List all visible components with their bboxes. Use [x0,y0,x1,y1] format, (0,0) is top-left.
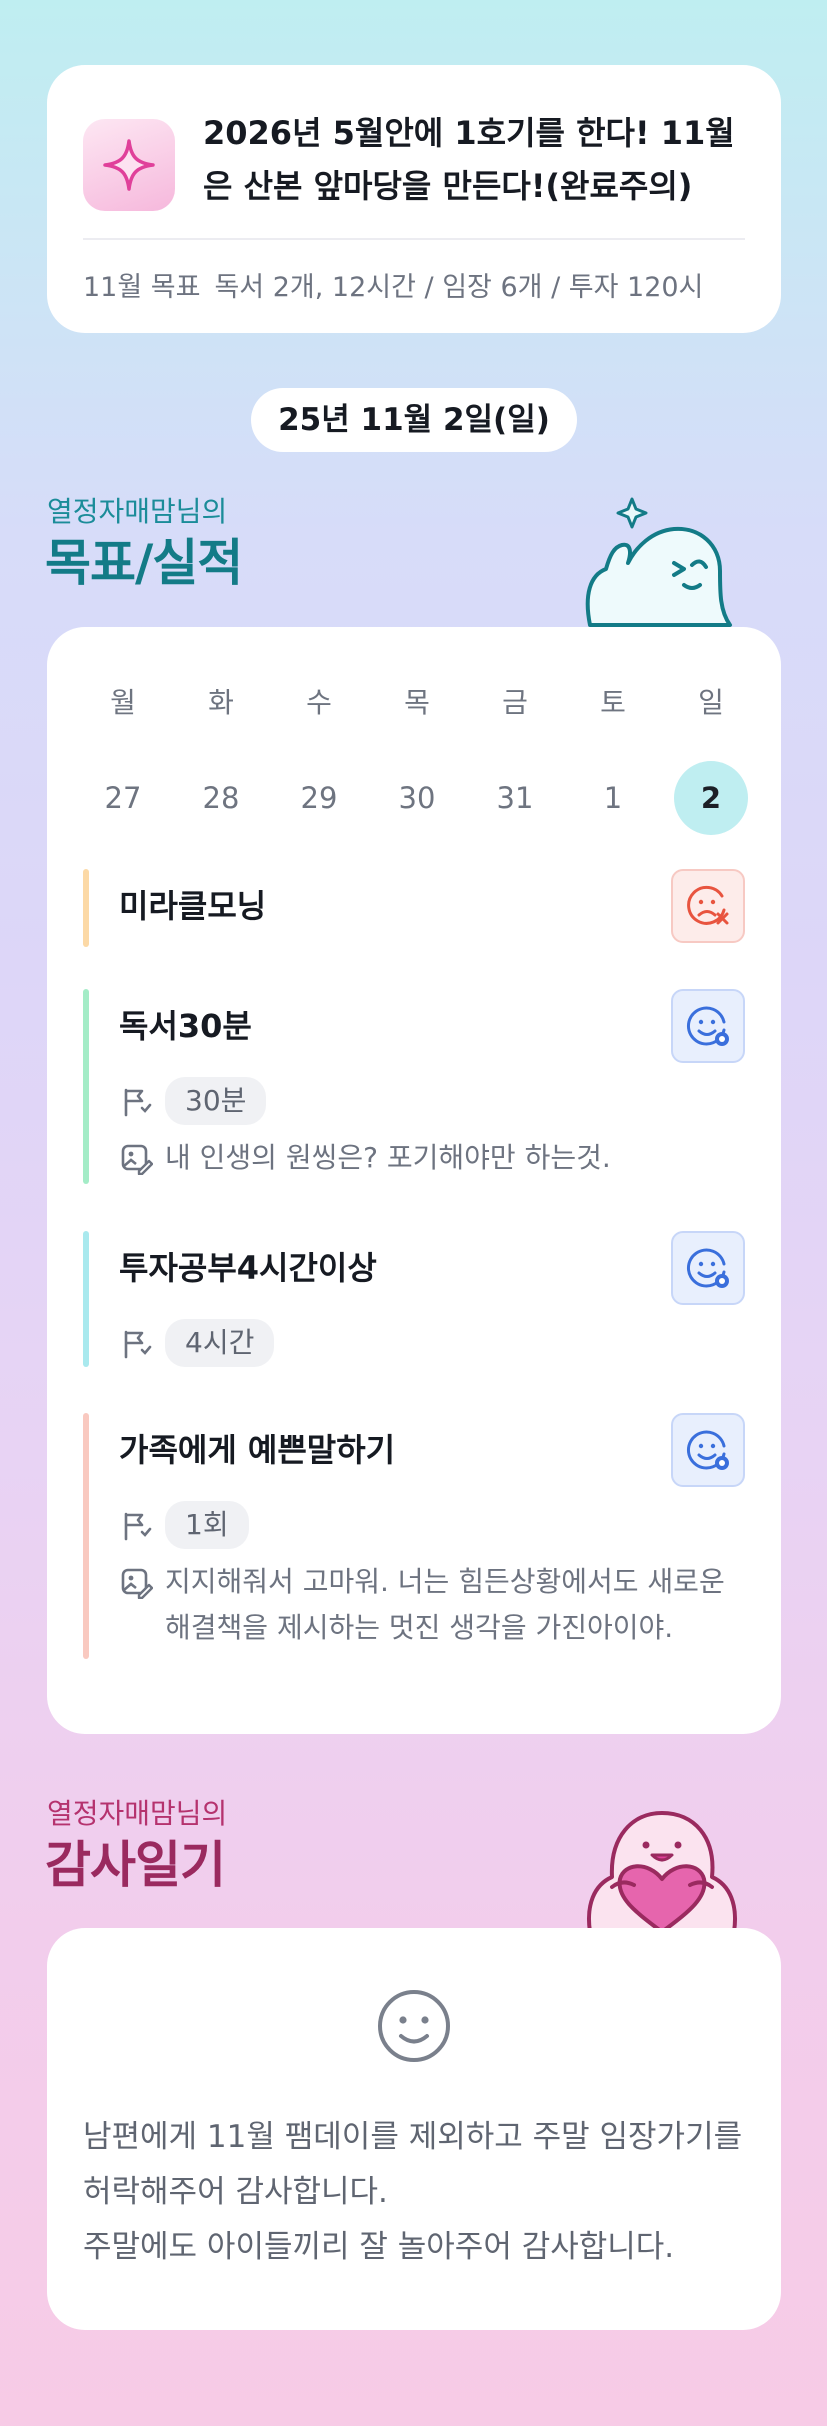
day-column[interactable]: 토1 [564,683,662,835]
memo-image-icon [121,1568,153,1599]
memo-text: 지지해줘서 고마워. 너는 힘든상황에서도 새로운 해결책을 제시하는 멋진 생… [165,1565,725,1644]
flag-icon [124,1512,152,1541]
target-chip: 30분 [165,1077,267,1125]
day-name: 일 [698,686,724,719]
day-name: 토 [600,686,626,719]
day-column[interactable]: 목 30 [368,683,466,835]
day-number[interactable]: 1 [576,761,650,835]
task-item[interactable]: 가족에게 예쁜말하기 1회 지지해줘서 고마워. 너는 힘든상황에서도 새로운 … [83,1413,745,1659]
task-color-bar [83,1413,89,1659]
mascot-heart-icon [587,1811,737,1932]
target-chip: 1회 [165,1501,249,1549]
target-chip: 4시간 [165,1319,275,1367]
status-done-button[interactable] [671,989,745,1063]
target-row: 30분 [119,1077,267,1125]
monthly-goal-text: 독서 2개, 12시간 / 임장 6개 / 투자 120시 [214,272,704,303]
day-name: 수 [306,686,332,719]
diary-text: 남편에게 11월 팸데이를 제외하고 주말 임장가기를 허락해주어 감사합니다.… [83,2119,743,2265]
task-name: 미라클모닝 [119,887,267,925]
task-item[interactable]: 미라클모닝 [83,869,745,947]
task-name: 독서30분 [119,1007,252,1045]
task-color-bar [83,1231,89,1367]
smile-face-check-icon [686,1248,729,1288]
sparkle-icon [83,119,175,211]
day-name: 월 [110,686,136,719]
day-name: 목 [404,686,430,719]
day-number[interactable]: 31 [478,761,552,835]
memo-text: 내 인생의 원씽은? 포기해야만 하는것. [165,1141,611,1174]
task-name: 투자공부4시간이상 [119,1249,377,1287]
day-name: 화 [208,686,234,719]
status-failed-button[interactable] [671,869,745,943]
date-pill[interactable]: 25년 11월 2일(일) [251,388,577,452]
week-calendar: 월 27 화 28 수 29 목 30 금 31 토1 일2 [74,683,760,835]
goals-card: 월 27 화 28 수 29 목 30 금 31 토1 일2 미라클모닝 독서30분 [47,627,781,1734]
target-row: 4시간 [119,1319,275,1367]
day-name: 금 [502,686,528,719]
day-column[interactable]: 화 28 [172,683,270,835]
diary-card[interactable]: 남편에게 11월 팸데이를 제외하고 주말 임장가기를 허락해주어 감사합니다.… [47,1928,781,2330]
goal-card[interactable]: 2026년 5월안에 1호기를 한다! 11월은 산본 앞마당을 만든다!(완료… [47,65,781,333]
target-row: 1회 [119,1501,249,1549]
monthly-goal-label: 11월 목표 [83,272,201,303]
status-done-button[interactable] [671,1413,745,1487]
memo-row: 내 인생의 원씽은? 포기해야만 하는것. [119,1135,749,1181]
section-diary-title: 감사일기 [45,1836,226,1894]
mascot-thumbs-up-icon [585,497,732,627]
day-number-selected[interactable]: 2 [674,761,748,835]
sad-face-x-icon [687,885,729,925]
day-number[interactable]: 27 [86,761,160,835]
task-color-bar [83,869,89,947]
day-column[interactable]: 금 31 [466,683,564,835]
day-number[interactable]: 29 [282,761,356,835]
day-column[interactable]: 수 29 [270,683,368,835]
goal-title: 2026년 5월안에 1호기를 한다! 11월은 산본 앞마당을 만든다!(완료… [203,114,735,205]
day-number[interactable]: 28 [184,761,258,835]
task-item[interactable]: 투자공부4시간이상 4시간 [83,1231,745,1367]
smile-icon [378,1990,450,2062]
memo-row: 지지해줘서 고마워. 너는 힘든상황에서도 새로운 해결책을 제시하는 멋진 생… [119,1559,749,1651]
task-item[interactable]: 독서30분 30분 내 인생의 원씽은? 포기해야만 하는것. [83,989,745,1184]
day-number[interactable]: 30 [380,761,454,835]
task-name: 가족에게 예쁜말하기 [119,1431,396,1469]
monthly-goal: 11월 목표 독서 2개, 12시간 / 임장 6개 / 투자 120시 [83,265,743,304]
smile-face-check-icon [686,1430,729,1470]
task-color-bar [83,989,89,1184]
divider [83,238,745,240]
flag-icon [124,1088,152,1117]
memo-image-icon [121,1144,153,1175]
day-column-selected[interactable]: 일2 [662,683,760,835]
status-done-button[interactable] [671,1231,745,1305]
section-goals-title: 목표/실적 [45,534,243,592]
flag-icon [124,1330,152,1359]
day-column[interactable]: 월 27 [74,683,172,835]
smile-face-check-icon [686,1006,729,1046]
